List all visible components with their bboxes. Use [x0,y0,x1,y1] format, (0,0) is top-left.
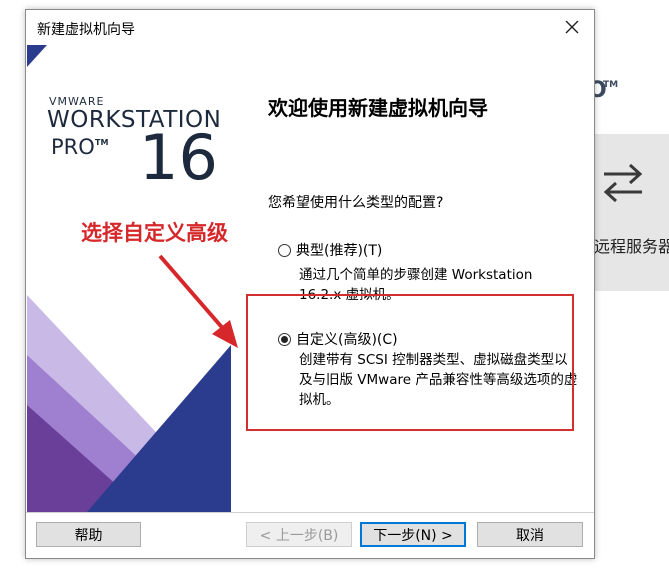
radio-typical-label[interactable]: 典型(推荐)(T) [296,240,382,260]
pro-tm-mark: TM [95,138,109,147]
next-button[interactable]: 下一步(N) > [360,522,466,547]
radio-custom-label[interactable]: 自定义(高级)(C) [296,329,398,349]
radio-typical-circle[interactable] [278,243,291,257]
dialog-titlebar[interactable]: 新建虚拟机向导 [26,10,594,44]
background-remote-label: 远程服务器 [594,237,669,256]
dialog-title: 新建虚拟机向导 [37,22,135,38]
cancel-button[interactable]: 取消 [477,522,583,547]
help-button[interactable]: 帮助 [36,522,141,547]
radio-custom[interactable]: 自定义(高级)(C) [278,329,398,349]
annotation-arrow-icon [158,254,238,348]
annotation-text: 选择自定义高级 [81,221,228,245]
swap-arrows-icon [603,163,643,203]
new-vm-wizard-dialog: 新建虚拟机向导 VMWARE WORKSTATION PRO TM 16 欢迎使… [25,9,595,559]
back-button[interactable]: < 上一步(B) [246,522,352,547]
config-question: 您希望使用什么类型的配置? [268,195,444,211]
version-number: 16 [139,121,218,194]
typical-description: 通过几个简单的步骤创建 Workstation 16.2.x 虚拟机。 [299,267,533,303]
radio-custom-circle[interactable] [278,332,291,346]
radio-typical[interactable]: 典型(推荐)(T) [278,240,382,260]
close-icon [565,20,579,34]
background-remote-panel[interactable] [594,134,669,291]
custom-description: 创建带有 SCSI 控制器类型、虚拟磁盘类型以及与旧版 VMware 产品兼容性… [299,352,578,408]
close-button[interactable] [550,10,594,44]
background-logo-tm: TM [603,80,619,90]
pro-logo-text: PRO [51,135,95,159]
footer-divider [26,512,594,513]
welcome-heading: 欢迎使用新建虚拟机向导 [268,96,488,120]
